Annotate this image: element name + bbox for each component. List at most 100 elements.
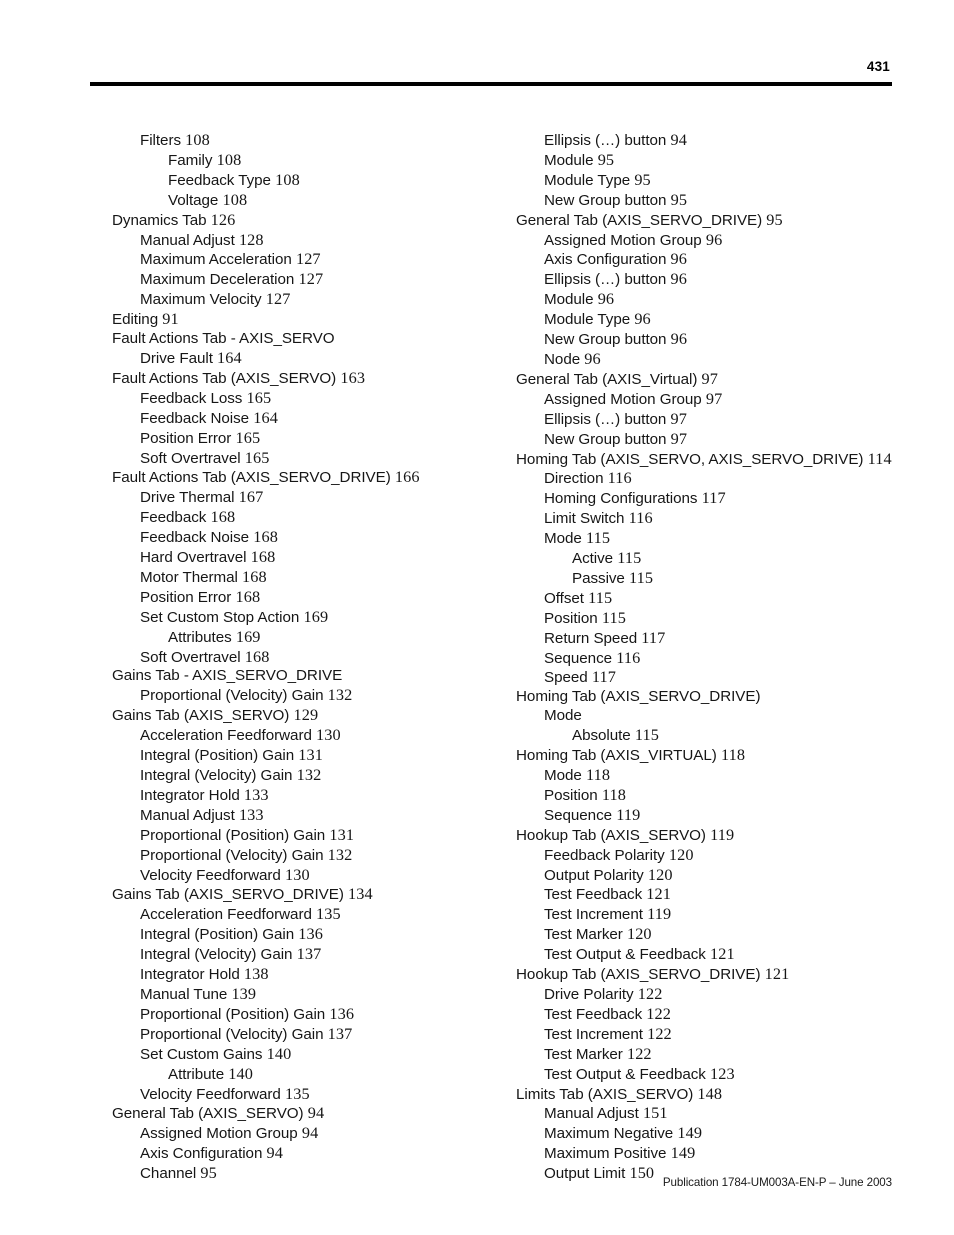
index-entry[interactable]: Fault Actions Tab (AXIS_SERVO_DRIVE) 166 <box>112 467 508 488</box>
index-entry[interactable]: Active 115 <box>516 548 916 569</box>
index-entry[interactable]: Axis Configuration 96 <box>516 249 916 270</box>
index-entry[interactable]: Limits Tab (AXIS_SERVO) 148 <box>516 1084 916 1105</box>
index-entry[interactable]: Position Error 165 <box>112 428 508 449</box>
index-entry[interactable]: Set Custom Gains 140 <box>112 1044 508 1065</box>
index-entry[interactable]: Feedback 168 <box>112 507 508 528</box>
index-entry[interactable]: Maximum Velocity 127 <box>112 289 508 310</box>
index-entry[interactable]: Ellipsis (…) button 97 <box>516 409 916 430</box>
index-entry[interactable]: Passive 115 <box>516 568 916 589</box>
index-entry[interactable]: Position Error 168 <box>112 587 508 608</box>
index-entry[interactable]: Feedback Noise 164 <box>112 408 508 429</box>
index-entry[interactable]: Editing 91 <box>112 309 508 330</box>
index-entry[interactable]: Direction 116 <box>516 468 916 489</box>
index-entry[interactable]: Motor Thermal 168 <box>112 567 508 588</box>
index-entry[interactable]: Proportional (Position) Gain 131 <box>112 825 508 846</box>
index-entry[interactable]: Drive Polarity 122 <box>516 984 916 1005</box>
index-entry[interactable]: Test Feedback 122 <box>516 1004 916 1025</box>
index-entry[interactable]: New Group button 95 <box>516 190 916 211</box>
index-entry[interactable]: Manual Tune 139 <box>112 984 508 1005</box>
index-entry[interactable]: General Tab (AXIS_Virtual) 97 <box>516 369 916 390</box>
index-entry[interactable]: Filters 108 <box>112 130 508 151</box>
index-entry[interactable]: Node 96 <box>516 349 916 370</box>
index-entry[interactable]: Homing Tab (AXIS_SERVO, AXIS_SERVO_DRIVE… <box>516 449 916 470</box>
index-entry[interactable]: Integrator Hold 138 <box>112 964 508 985</box>
index-entry[interactable]: Voltage 108 <box>112 190 508 211</box>
index-entry[interactable]: Feedback Loss 165 <box>112 388 508 409</box>
index-entry[interactable]: Proportional (Position) Gain 136 <box>112 1004 508 1025</box>
index-entry[interactable]: Return Speed 117 <box>516 628 916 649</box>
index-entry[interactable]: Feedback Noise 168 <box>112 527 508 548</box>
index-entry[interactable]: Homing Configurations 117 <box>516 488 916 509</box>
index-entry[interactable]: Dynamics Tab 126 <box>112 210 508 231</box>
index-entry[interactable]: Acceleration Feedforward 130 <box>112 725 508 746</box>
index-entry[interactable]: Maximum Negative 149 <box>516 1123 916 1144</box>
index-entry[interactable]: Mode <box>516 707 916 726</box>
index-entry[interactable]: Integral (Position) Gain 131 <box>112 745 508 766</box>
index-entry[interactable]: Hard Overtravel 168 <box>112 547 508 568</box>
index-entry[interactable]: Homing Tab (AXIS_SERVO_DRIVE) <box>516 688 916 707</box>
index-entry[interactable]: Mode 115 <box>516 528 916 549</box>
index-entry[interactable]: Maximum Deceleration 127 <box>112 269 508 290</box>
index-entry[interactable]: Axis Configuration 94 <box>112 1143 508 1164</box>
index-entry[interactable]: Hookup Tab (AXIS_SERVO) 119 <box>516 825 916 846</box>
index-entry[interactable]: Assigned Motion Group 96 <box>516 230 916 251</box>
index-entry[interactable]: Integral (Position) Gain 136 <box>112 924 508 945</box>
index-entry[interactable]: Attributes 169 <box>112 627 508 648</box>
index-entry[interactable]: Attribute 140 <box>112 1064 508 1085</box>
index-entry[interactable]: Gains Tab (AXIS_SERVO_DRIVE) 134 <box>112 884 508 905</box>
index-entry[interactable]: Fault Actions Tab (AXIS_SERVO) 163 <box>112 368 508 389</box>
index-entry[interactable]: Speed 117 <box>516 668 916 688</box>
index-entry[interactable]: Module Type 96 <box>516 309 916 330</box>
index-entry[interactable]: Module Type 95 <box>516 170 916 191</box>
index-entry[interactable]: Mode 118 <box>516 765 916 786</box>
index-entry[interactable]: Position 115 <box>516 608 916 629</box>
index-entry[interactable]: Position 118 <box>516 785 916 806</box>
index-entry[interactable]: Proportional (Velocity) Gain 132 <box>112 685 508 706</box>
index-entry[interactable]: Maximum Acceleration 127 <box>112 249 508 270</box>
index-entry[interactable]: General Tab (AXIS_SERVO) 94 <box>112 1103 508 1124</box>
index-entry[interactable]: Ellipsis (…) button 96 <box>516 269 916 290</box>
index-entry[interactable]: General Tab (AXIS_SERVO_DRIVE) 95 <box>516 210 916 231</box>
index-entry[interactable]: Integrator Hold 133 <box>112 785 508 806</box>
index-entry[interactable]: Feedback Type 108 <box>112 170 508 191</box>
index-entry[interactable]: Family 108 <box>112 150 508 171</box>
index-entry[interactable]: Gains Tab (AXIS_SERVO) 129 <box>112 705 508 726</box>
index-entry[interactable]: Sequence 116 <box>516 648 916 669</box>
index-entry[interactable]: Test Output & Feedback 123 <box>516 1064 916 1085</box>
index-entry[interactable]: Assigned Motion Group 97 <box>516 389 916 410</box>
index-entry[interactable]: Velocity Feedforward 130 <box>112 865 508 886</box>
index-entry[interactable]: Limit Switch 116 <box>516 508 916 529</box>
index-entry[interactable]: Soft Overtravel 165 <box>112 448 508 469</box>
index-entry[interactable]: Output Polarity 120 <box>516 865 916 886</box>
index-entry[interactable]: Homing Tab (AXIS_VIRTUAL) 118 <box>516 745 916 766</box>
index-entry[interactable]: Proportional (Velocity) Gain 132 <box>112 845 508 866</box>
index-entry[interactable]: New Group button 97 <box>516 429 916 450</box>
index-entry[interactable]: Manual Adjust 133 <box>112 805 508 826</box>
index-entry[interactable]: Integral (Velocity) Gain 132 <box>112 765 508 786</box>
index-entry[interactable]: Ellipsis (…) button 94 <box>516 130 916 151</box>
index-entry[interactable]: Test Feedback 121 <box>516 884 916 905</box>
index-entry[interactable]: Integral (Velocity) Gain 137 <box>112 944 508 965</box>
index-entry[interactable]: Manual Adjust 151 <box>516 1103 916 1124</box>
index-entry[interactable]: Test Marker 120 <box>516 924 916 945</box>
index-entry[interactable]: Drive Fault 164 <box>112 348 508 369</box>
index-entry[interactable]: Absolute 115 <box>516 725 916 746</box>
index-entry[interactable]: Test Increment 122 <box>516 1024 916 1045</box>
index-entry[interactable]: Velocity Feedforward 135 <box>112 1084 508 1105</box>
index-entry[interactable]: Manual Adjust 128 <box>112 230 508 251</box>
index-entry[interactable]: Gains Tab - AXIS_SERVO_DRIVE <box>112 667 508 686</box>
index-entry[interactable]: Soft Overtravel 168 <box>112 647 508 668</box>
index-entry[interactable]: Hookup Tab (AXIS_SERVO_DRIVE) 121 <box>516 964 916 985</box>
index-entry[interactable]: Drive Thermal 167 <box>112 487 508 508</box>
index-entry[interactable]: New Group button 96 <box>516 329 916 350</box>
index-entry[interactable]: Sequence 119 <box>516 805 916 826</box>
index-entry[interactable]: Module 96 <box>516 289 916 310</box>
index-entry[interactable]: Maximum Positive 149 <box>516 1143 916 1164</box>
index-entry[interactable]: Test Increment 119 <box>516 904 916 925</box>
index-entry[interactable]: Proportional (Velocity) Gain 137 <box>112 1024 508 1045</box>
index-entry[interactable]: Offset 115 <box>516 588 916 609</box>
index-entry[interactable]: Test Marker 122 <box>516 1044 916 1065</box>
index-entry[interactable]: Assigned Motion Group 94 <box>112 1123 508 1144</box>
index-entry[interactable]: Set Custom Stop Action 169 <box>112 607 508 628</box>
index-entry[interactable]: Feedback Polarity 120 <box>516 845 916 866</box>
